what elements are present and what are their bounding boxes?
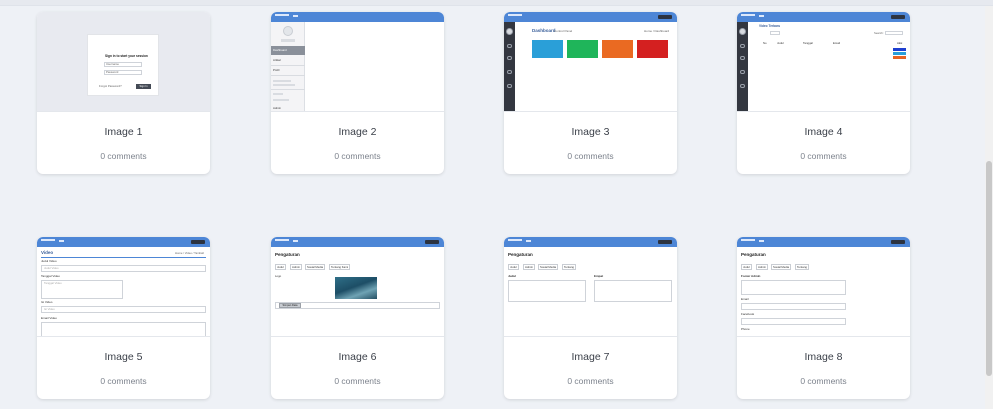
mini-sidebar (504, 22, 515, 111)
dashboard-title: Dashboard (532, 28, 556, 33)
stat-tile-red (637, 40, 668, 58)
mini-navbar (504, 237, 677, 247)
thumbnail-settings-logo: Pengaturan Judul Admin Sosial Media Tent… (271, 237, 444, 337)
card-comments: 0 comments (800, 376, 847, 386)
card-comments: 0 comments (100, 376, 147, 386)
thumbnail-login: Sign in to start your session Username P… (37, 12, 210, 112)
logo-preview-image (335, 277, 377, 299)
thumbnail-settings-two-col: Pengaturan Judul Admin Sosial Media Tent… (504, 237, 677, 337)
stat-tile-blue (532, 40, 563, 58)
card-title: Image 1 (104, 126, 143, 138)
image-card[interactable]: Sign in to start your session Username P… (37, 12, 210, 174)
mini-sidebar: Dashboard Artikel Profil Admin (271, 22, 305, 111)
avatar (283, 26, 293, 36)
card-comments: 0 comments (100, 151, 147, 161)
card-title: Image 5 (104, 351, 143, 363)
mini-navbar (504, 12, 677, 22)
image-card[interactable]: Video Home / Video / Tambah Judul Video … (37, 237, 210, 399)
card-comments: 0 comments (567, 151, 614, 161)
mini-navbar (37, 237, 210, 247)
image-card[interactable]: Pengaturan Judul Admin Sosial Media Tent… (504, 237, 677, 399)
mini-navbar (737, 237, 910, 247)
page-scrollbar[interactable] (985, 6, 993, 409)
card-title: Image 7 (571, 351, 610, 363)
stat-tile-orange (602, 40, 633, 58)
top-edge (0, 0, 993, 6)
stat-tile-green (567, 40, 598, 58)
card-comments: 0 comments (334, 151, 381, 161)
thumbnail-settings-footer: Pengaturan Judul Admin Sosial Media Tent… (737, 237, 910, 337)
sign-in-button: Sign In (136, 84, 151, 89)
card-comments: 0 comments (800, 151, 847, 161)
login-heading: Sign in to start your session (105, 54, 148, 58)
card-comments: 0 comments (567, 376, 614, 386)
thumbnail-table: Video Terbaru Search: No Judul Tanggal E… (737, 12, 910, 112)
image-card[interactable]: Video Terbaru Search: No Judul Tanggal E… (737, 12, 910, 174)
mini-navbar (737, 12, 910, 22)
forgot-link: Forgot Password? (99, 84, 122, 88)
card-title: Image 4 (804, 126, 843, 138)
mini-sidebar (737, 22, 748, 111)
card-title: Image 3 (571, 126, 610, 138)
thumbnail-sidebar: Dashboard Artikel Profil Admin (271, 12, 444, 112)
card-title: Image 2 (338, 126, 377, 138)
card-title: Image 8 (804, 351, 843, 363)
card-comments: 0 comments (334, 376, 381, 386)
image-card[interactable]: Dashboard Control Panel Home / Dashboard… (504, 12, 677, 174)
thumbnail-dashboard: Dashboard Control Panel Home / Dashboard (504, 12, 677, 112)
image-card[interactable]: Pengaturan Judul Admin Sosial Media Tent… (737, 237, 910, 399)
save-data-button: Simpan Data (279, 303, 301, 308)
login-box: Sign in to start your session Username P… (87, 34, 159, 96)
image-card[interactable]: Pengaturan Judul Admin Sosial Media Tent… (271, 237, 444, 399)
mini-navbar (271, 237, 444, 247)
image-card[interactable]: Dashboard Artikel Profil Admin Image 2 0… (271, 12, 444, 174)
mini-navbar (271, 12, 444, 22)
card-title: Image 6 (338, 351, 377, 363)
scrollbar-thumb[interactable] (986, 161, 992, 376)
thumbnail-form: Video Home / Video / Tambah Judul Video … (37, 237, 210, 337)
